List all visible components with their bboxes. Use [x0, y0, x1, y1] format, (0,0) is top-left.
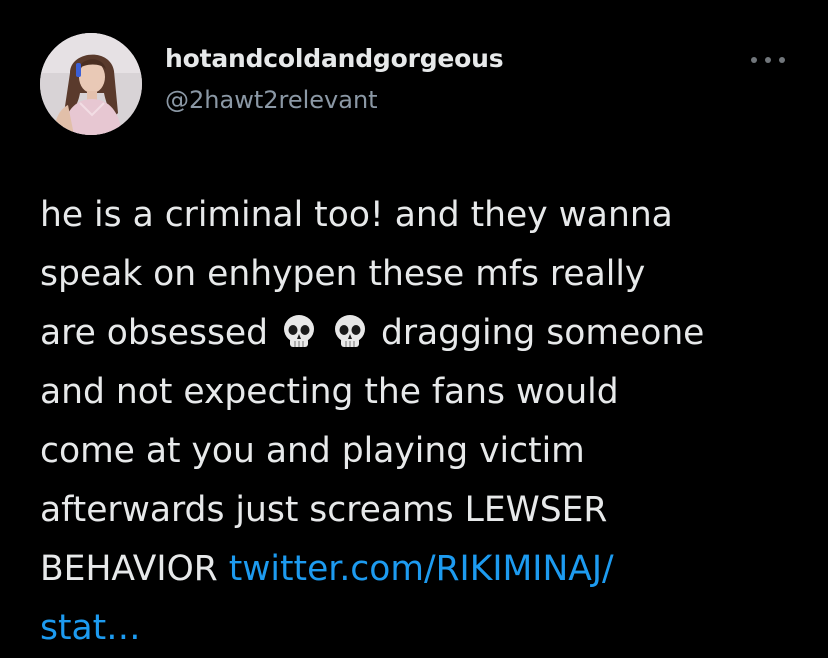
user-handle[interactable]: @2hawt2relevant: [165, 86, 378, 114]
tweet-link[interactable]: twitter.com/RIKIMINAJ/: [229, 549, 614, 589]
skull-emoji-icon: [284, 315, 315, 347]
avatar[interactable]: [40, 33, 142, 135]
more-options-button[interactable]: [751, 46, 785, 74]
more-horizontal-icon: [751, 57, 757, 63]
profile-photo: [40, 33, 142, 135]
tweet-text: he is a criminal too! and they wanna spe…: [40, 186, 810, 658]
display-name[interactable]: hotandcoldandgorgeous: [165, 44, 504, 73]
tweet-text-line: afterwards just screams LEWSER: [40, 490, 608, 530]
tweet-text-line: and not expecting the fans would: [40, 372, 619, 412]
tweet-link-continued[interactable]: stat…: [40, 608, 141, 648]
tweet-card: hotandcoldandgorgeous @2hawt2relevant he…: [0, 0, 828, 648]
more-horizontal-icon: [779, 57, 785, 63]
tweet-text-line: BEHAVIOR twitter.com/RIKIMINAJ/: [40, 540, 810, 599]
skull-emoji-icon: [334, 315, 365, 347]
tweet-text-line: speak on enhypen these mfs really: [40, 254, 646, 294]
more-horizontal-icon: [765, 57, 771, 63]
tweet-text-line: stat…: [40, 599, 810, 658]
tweet-text-segment: BEHAVIOR: [40, 549, 218, 589]
tweet-text-segment: dragging someone: [380, 313, 705, 353]
tweet-text-segment: are obsessed: [40, 313, 269, 353]
tweet-text-line: are obsessed dragging someone: [40, 304, 810, 363]
tweet-text-line: come at you and playing victim: [40, 431, 585, 471]
tweet-text-line: he is a criminal too! and they wanna: [40, 195, 673, 235]
